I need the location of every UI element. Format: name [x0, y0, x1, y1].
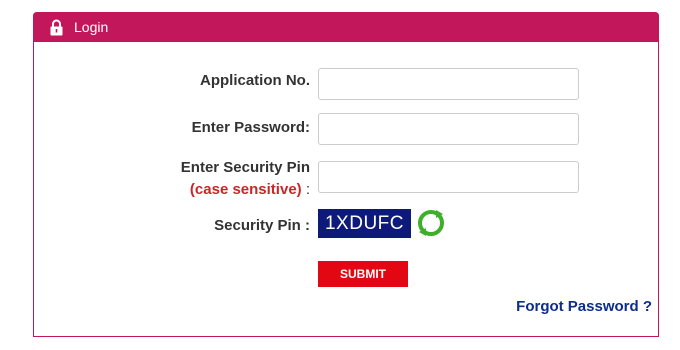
security-pin-colon: :	[305, 181, 310, 198]
security-pin-input[interactable]	[318, 161, 579, 193]
case-sensitive-note: (case sensitive)	[189, 181, 302, 198]
application-number-label: Application No.	[200, 72, 310, 89]
forgot-password-link[interactable]: Forgot Password ?	[516, 298, 652, 315]
lock-icon	[50, 19, 63, 36]
login-panel: Login Application No. Enter Password: En…	[33, 12, 659, 337]
security-pin-note-line: (case sensitive) :	[181, 179, 310, 201]
captcha-image: 1XDUFC	[318, 209, 411, 238]
password-input[interactable]	[318, 113, 579, 145]
submit-button[interactable]: SUBMIT	[318, 261, 408, 287]
security-pin-label-block: Enter Security Pin (case sensitive) :	[181, 157, 310, 201]
panel-header: Login	[33, 12, 659, 42]
application-number-input[interactable]	[318, 68, 579, 100]
panel-title: Login	[74, 19, 109, 35]
password-label: Enter Password:	[191, 119, 310, 136]
captcha-label: Security Pin :	[214, 217, 310, 234]
refresh-icon[interactable]	[416, 208, 446, 238]
security-pin-label: Enter Security Pin	[180, 159, 310, 176]
